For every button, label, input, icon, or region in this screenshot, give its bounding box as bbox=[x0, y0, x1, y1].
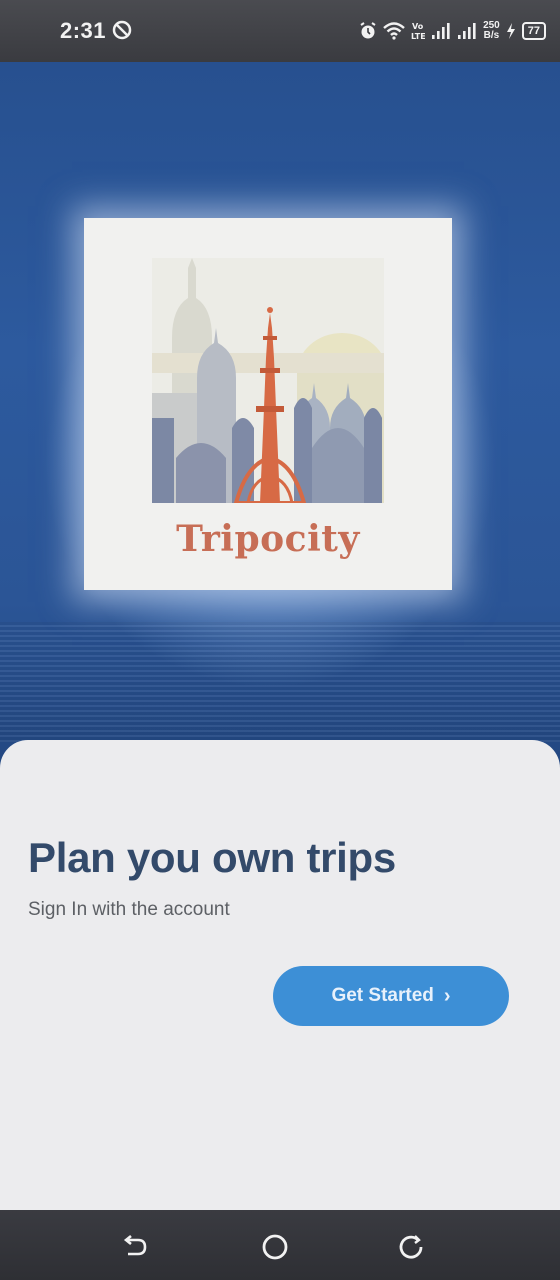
chevron-right-icon: › bbox=[443, 984, 451, 1007]
status-icons: Vo LTE 250 B/s 77 bbox=[359, 16, 546, 46]
city-skyline-illustration bbox=[152, 258, 384, 503]
svg-text:Vo: Vo bbox=[412, 22, 424, 31]
back-icon[interactable] bbox=[118, 1230, 152, 1264]
brand-name: Tripocity bbox=[176, 518, 360, 560]
welcome-headline: Plan you own trips bbox=[28, 834, 396, 881]
signal-icon bbox=[458, 23, 476, 39]
home-icon[interactable] bbox=[258, 1230, 292, 1264]
svg-text:LTE: LTE bbox=[411, 32, 425, 41]
battery-icon: 77 bbox=[521, 22, 546, 40]
system-nav-bar bbox=[0, 1210, 560, 1280]
network-speed: 250 B/s bbox=[483, 21, 500, 41]
status-bar: 2:31 Vo LTE 250 B/s 77 bbox=[0, 0, 560, 62]
welcome-subtitle: Sign In with the account bbox=[28, 899, 230, 920]
recents-icon[interactable] bbox=[394, 1230, 428, 1264]
volte-icon: Vo LTE bbox=[411, 22, 425, 41]
status-time: 2:31 bbox=[60, 18, 107, 43]
wifi-icon bbox=[383, 22, 405, 40]
battery-level: 77 bbox=[527, 25, 540, 37]
network-speed-unit: B/s bbox=[483, 30, 500, 41]
background-texture bbox=[0, 622, 560, 742]
alarm-icon bbox=[360, 22, 376, 39]
welcome-sheet: Plan you own trips Sign In with the acco… bbox=[0, 740, 560, 1210]
get-started-label: Get Started bbox=[331, 985, 434, 1006]
get-started-button[interactable]: Get Started › bbox=[273, 966, 509, 1026]
charging-icon bbox=[506, 23, 515, 39]
signal-icon bbox=[432, 23, 450, 39]
dnd-icon bbox=[112, 20, 132, 40]
logo-card: Tripocity bbox=[84, 218, 452, 590]
